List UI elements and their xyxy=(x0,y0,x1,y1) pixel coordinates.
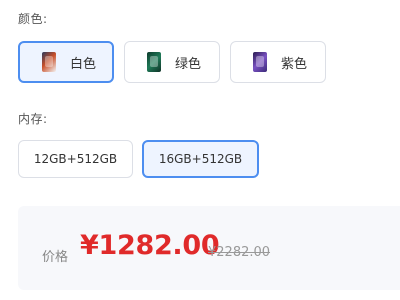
current-price: ¥1282.00 xyxy=(80,230,220,261)
color-option-label: 绿色 xyxy=(175,56,202,72)
price-panel: 价格 ¥1282.00 ¥2282.00 xyxy=(18,206,400,290)
color-option-white[interactable]: 白色 xyxy=(18,41,114,83)
color-option-purple[interactable]: 紫色 xyxy=(230,41,326,83)
phone-thumbnail-white-icon xyxy=(42,52,56,72)
color-option-green[interactable]: 绿色 xyxy=(124,41,220,83)
memory-option-16gb-512gb[interactable]: 16GB+512GB xyxy=(142,140,259,178)
original-price: ¥2282.00 xyxy=(208,245,271,260)
phone-thumbnail-purple-icon xyxy=(253,52,267,72)
color-option-label: 白色 xyxy=(70,56,97,72)
phone-thumbnail-green-icon xyxy=(147,52,161,72)
color-section-label: 颜色: xyxy=(18,12,48,26)
price-label: 价格 xyxy=(42,250,69,265)
memory-option-12gb-512gb[interactable]: 12GB+512GB xyxy=(18,140,133,178)
color-option-label: 紫色 xyxy=(281,56,308,72)
memory-section-label: 内存: xyxy=(18,112,48,126)
